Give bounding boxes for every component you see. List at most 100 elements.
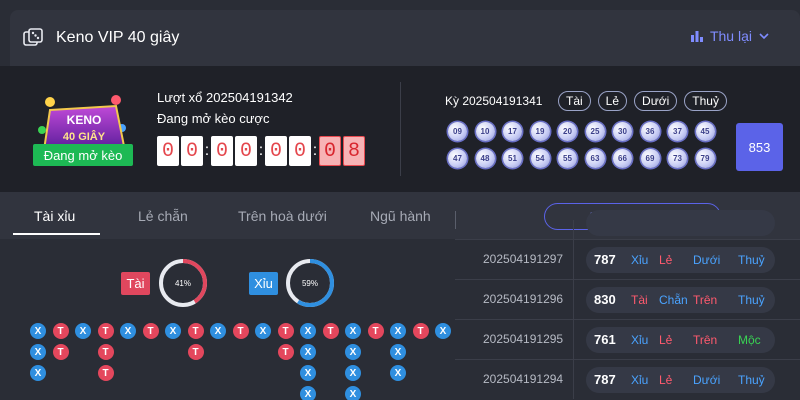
road-dot: X	[210, 323, 226, 339]
xiu-label: Xỉu	[249, 272, 278, 295]
result-ball: 37	[668, 122, 687, 141]
tab-ngu-hanh[interactable]: Ngũ hành	[370, 208, 431, 224]
timer-digit: 0	[181, 136, 203, 166]
road-dot: X	[255, 323, 271, 339]
result-ball: 69	[640, 149, 660, 168]
result-ball: 20	[558, 122, 577, 141]
divider	[573, 220, 574, 239]
result-ball: 09	[448, 122, 467, 141]
result-ball: 45	[695, 122, 715, 141]
result-tag: Thuỷ	[684, 91, 727, 111]
tab-tai-xiu[interactable]: Tài xỉu	[34, 208, 75, 224]
result-sum: 853	[736, 123, 783, 171]
road-dot: X	[120, 323, 136, 339]
timer-digit: 0	[211, 136, 233, 166]
history-value: Dưới	[693, 373, 721, 387]
logo-text-line2: 40 GIÂY	[63, 130, 106, 143]
history-value: Xỉu	[631, 333, 649, 347]
status-badge: Đang mở kèo	[33, 144, 133, 166]
road-dot: X	[30, 323, 46, 339]
tab-tren-hoa-duoi[interactable]: Trên hoà dưới	[238, 208, 327, 224]
history-value: Dưới	[693, 253, 721, 267]
road-dot: T	[322, 323, 339, 339]
history-value: Lẻ	[659, 373, 673, 387]
result-tag: Dưới	[634, 91, 678, 111]
history-row[interactable]: 202504191294 787 Xỉu Lẻ Dưới Thuỷ	[455, 359, 800, 399]
result-ball: 66	[613, 149, 632, 168]
result-tag: Lẻ	[597, 91, 628, 111]
result-ball: 17	[503, 122, 522, 141]
road-dot: X	[435, 323, 451, 339]
road-dot: T	[367, 323, 384, 339]
road-dot: T	[52, 344, 69, 360]
history-value: Tài	[631, 293, 648, 307]
history-pill	[586, 210, 775, 236]
road-dot: T	[232, 323, 249, 339]
history-value: Mộc	[738, 333, 761, 347]
road-dot: X	[165, 323, 181, 339]
result-ball: 73	[668, 149, 687, 168]
timer-digit: 0	[289, 136, 311, 166]
result-ball: 19	[530, 122, 550, 141]
history-value: Thuỷ	[738, 293, 765, 307]
tab-le-chan[interactable]: Lẻ chẵn	[138, 208, 188, 224]
history-pill: 761 Xỉu Lẻ Trên Mộc	[586, 327, 775, 353]
dice-icon	[23, 28, 43, 46]
history-value: Chẵn	[659, 293, 688, 307]
history-row[interactable]: 202504191295 761 Xỉu Lẻ Trên Mộc	[455, 319, 800, 359]
betting-status: Đang mở kèo cược	[157, 111, 270, 126]
history-period: 202504191297	[483, 252, 564, 266]
xiu-percent: 59%	[302, 279, 318, 288]
history-pill: 787 Xỉu Lẻ Dưới Thuỷ	[586, 367, 775, 393]
divider	[400, 82, 401, 176]
road-dot: X	[390, 344, 406, 360]
history-value: Thuỷ	[738, 253, 765, 267]
history-value: Trên	[693, 293, 718, 307]
road-dot: T	[187, 344, 204, 360]
history-value: Xỉu	[631, 253, 649, 267]
history-period: 202504191294	[483, 372, 564, 386]
result-ball: 55	[558, 149, 577, 168]
history-period: 202504191295	[483, 332, 564, 346]
tai-label: Tài	[121, 272, 150, 295]
history-toggle-label: Thu lại	[709, 28, 752, 44]
timer-digit: 0	[235, 136, 257, 166]
result-period: Kỳ 202504191341	[445, 94, 543, 108]
divider	[573, 240, 574, 279]
chevron-down-icon	[759, 33, 769, 40]
history-sum: 761	[594, 332, 616, 347]
road-dot: X	[300, 323, 316, 339]
history-value: Xỉu	[631, 373, 649, 387]
road-dot: T	[187, 323, 204, 339]
history-value: Lẻ	[659, 333, 673, 347]
road-dot: T	[277, 344, 294, 360]
draw-info-panel: KENO 40 GIÂY Đang mở kèo Lượt xổ 2025041…	[0, 66, 800, 192]
road-dot: X	[345, 323, 361, 339]
result-ball: 47	[448, 149, 467, 168]
timer-colon: :	[312, 142, 318, 159]
history-row	[455, 210, 800, 239]
history-sum: 787	[594, 252, 616, 267]
tai-percent: 41%	[175, 279, 191, 288]
road-dot: X	[300, 386, 316, 400]
divider	[573, 280, 574, 319]
history-row[interactable]: 202504191296 830 Tài Chẵn Trên Thuỷ	[455, 279, 800, 319]
road-dot: T	[142, 323, 159, 339]
result-ball: 30	[613, 122, 632, 141]
road-dot: X	[30, 365, 46, 381]
timer-digit: 8	[343, 136, 365, 166]
road-dot: T	[277, 323, 294, 339]
history-row[interactable]: 202504191297 787 Xỉu Lẻ Dưới Thuỷ	[455, 239, 800, 279]
history-pill: 830 Tài Chẵn Trên Thuỷ	[586, 287, 775, 313]
timer-colon: :	[204, 142, 210, 159]
active-tab-indicator	[13, 233, 100, 235]
divider	[573, 320, 574, 359]
road-dot: T	[97, 344, 114, 360]
road-dot: X	[390, 323, 406, 339]
result-ball: 48	[475, 149, 495, 168]
road-dot: X	[345, 365, 361, 381]
history-pill: 787 Xỉu Lẻ Dưới Thuỷ	[586, 247, 775, 273]
history-toggle[interactable]: Thu lại	[690, 28, 770, 44]
road-dot: T	[412, 323, 429, 339]
road-dot: T	[97, 323, 114, 339]
